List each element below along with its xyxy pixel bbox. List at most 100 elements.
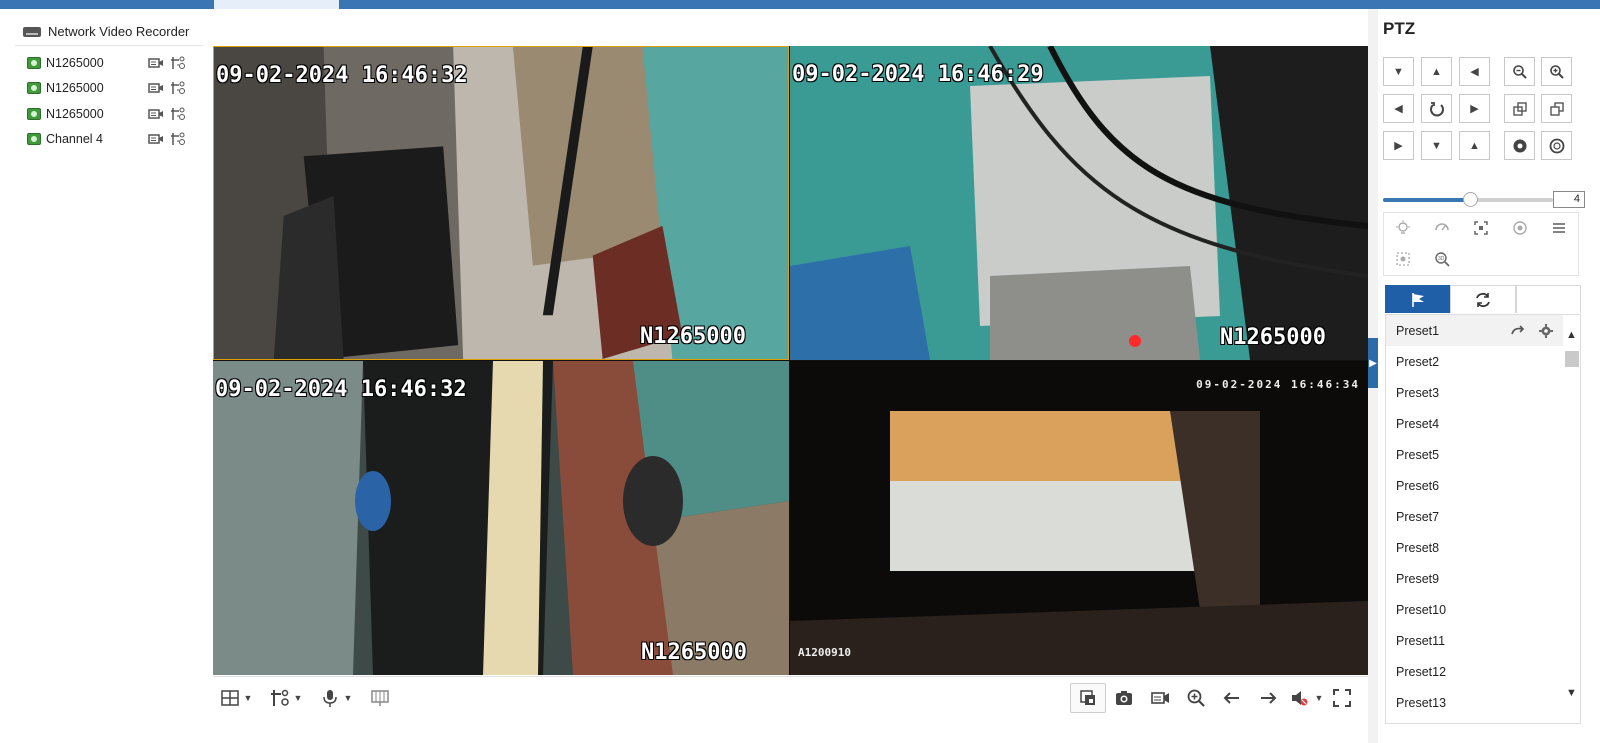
camera-icon[interactable] bbox=[1106, 683, 1142, 713]
preset-label: Preset13 bbox=[1396, 695, 1447, 710]
pan-left-button[interactable]: ◀ bbox=[1383, 94, 1414, 123]
ptz-tabs bbox=[1385, 285, 1581, 313]
device-tree-header[interactable]: Network Video Recorder bbox=[15, 18, 203, 46]
video-tile-2[interactable]: 09-02-2024 16:46:29 N1265000 bbox=[790, 46, 1368, 360]
lens-init-icon[interactable] bbox=[1501, 213, 1539, 243]
preset-item[interactable]: Preset8 bbox=[1386, 532, 1564, 563]
arrow-right-icon[interactable] bbox=[1250, 683, 1286, 713]
camera-icon bbox=[27, 133, 41, 146]
capture-icon[interactable] bbox=[1070, 682, 1106, 713]
scroll-up-icon[interactable]: ▲ bbox=[1566, 329, 1577, 341]
arrow-left-icon: ◀ bbox=[1394, 103, 1403, 115]
preset-item[interactable]: Preset3 bbox=[1386, 377, 1564, 408]
channel-label: N1265000 bbox=[46, 106, 104, 121]
microphone-icon[interactable] bbox=[319, 683, 341, 713]
pan-up-button[interactable]: ▲ bbox=[1421, 57, 1452, 86]
pan-up-right-button[interactable]: ◀ bbox=[1459, 57, 1490, 86]
pan-down-button[interactable]: ▼ bbox=[1421, 131, 1452, 160]
preset-item[interactable]: Preset5 bbox=[1386, 439, 1564, 470]
preset-item[interactable]: Preset10 bbox=[1386, 594, 1564, 625]
video-channel-label: N1265000 bbox=[641, 640, 747, 665]
preset-actions bbox=[1510, 323, 1554, 338]
layout-dropdown-caret[interactable]: ▼ bbox=[241, 693, 255, 703]
iris-open-button[interactable] bbox=[1541, 131, 1572, 160]
record-icon[interactable] bbox=[148, 107, 164, 121]
layout-grid-icon[interactable] bbox=[219, 683, 241, 713]
wiper-icon[interactable] bbox=[1423, 213, 1461, 243]
3d-zoom-icon[interactable]: 3D bbox=[1423, 244, 1461, 274]
preset-item[interactable]: Preset12 bbox=[1386, 656, 1564, 687]
collapse-panel-button[interactable]: ▶ bbox=[1368, 338, 1378, 388]
zoom-in-button[interactable] bbox=[1541, 57, 1572, 86]
stream-settings-icon[interactable] bbox=[170, 81, 186, 95]
scrollbar-thumb[interactable] bbox=[1565, 351, 1579, 367]
auto-focus-icon[interactable] bbox=[1462, 213, 1500, 243]
slider-handle[interactable] bbox=[1463, 192, 1479, 207]
focus-far-button[interactable] bbox=[1541, 94, 1572, 123]
stream-settings-icon[interactable] bbox=[170, 132, 186, 146]
menu-icon[interactable] bbox=[1540, 213, 1578, 243]
preset-item[interactable]: Preset2 bbox=[1386, 346, 1564, 377]
focus-near-button[interactable] bbox=[1504, 94, 1535, 123]
gear-icon[interactable] bbox=[1538, 323, 1554, 338]
ptz-title: PTZ bbox=[1383, 19, 1416, 38]
record-icon[interactable] bbox=[148, 81, 164, 95]
channel-label: N1265000 bbox=[46, 81, 104, 96]
pan-right-button[interactable]: ▶ bbox=[1459, 94, 1490, 123]
pan-down-right-button[interactable]: ▲ bbox=[1459, 131, 1490, 160]
channel-item-4[interactable]: Channel 4 bbox=[15, 127, 203, 153]
tab-presets[interactable] bbox=[1385, 285, 1451, 313]
tab-patterns[interactable] bbox=[1515, 285, 1581, 313]
stream-settings-icon[interactable] bbox=[170, 107, 186, 121]
arrow-left-icon[interactable] bbox=[1214, 683, 1250, 713]
ptz-speed-slider[interactable] bbox=[1383, 189, 1553, 209]
preset-item[interactable]: Preset4 bbox=[1386, 408, 1564, 439]
preset-label: Preset8 bbox=[1396, 540, 1440, 555]
stream-dropdown-caret[interactable]: ▼ bbox=[291, 693, 305, 703]
video-channel-label: A1200910 bbox=[798, 646, 851, 659]
ptz-function-grid: 3D bbox=[1383, 212, 1579, 276]
nav-tab-live-view[interactable] bbox=[214, 0, 339, 9]
preset-item[interactable]: Preset1 bbox=[1386, 315, 1564, 346]
ptz-speed-input[interactable]: 4 bbox=[1553, 191, 1585, 208]
preset-list-scrollbar[interactable]: ▲ ▼ bbox=[1563, 315, 1580, 723]
call-preset-icon[interactable] bbox=[1510, 324, 1526, 338]
audio-mute-icon[interactable] bbox=[1286, 683, 1312, 713]
tab-patrols[interactable] bbox=[1450, 285, 1516, 313]
preset-item[interactable]: Preset6 bbox=[1386, 470, 1564, 501]
pan-up-left-button[interactable]: ▼ bbox=[1383, 57, 1414, 86]
pan-down-left-button[interactable]: ▶ bbox=[1383, 131, 1414, 160]
video-tile-4[interactable]: 09-02-2024 16:46:34 A1200910 bbox=[790, 361, 1368, 675]
channel-item-2[interactable]: N1265000 bbox=[15, 76, 203, 102]
camera-icon bbox=[27, 82, 41, 95]
preset-item[interactable]: Preset7 bbox=[1386, 501, 1564, 532]
record-icon[interactable] bbox=[148, 132, 164, 146]
video-tile-3[interactable]: 09-02-2024 16:46:32 N1265000 bbox=[213, 361, 789, 675]
record-icon[interactable] bbox=[148, 56, 164, 70]
mic-dropdown-caret[interactable]: ▼ bbox=[341, 693, 355, 703]
device-tree: Network Video Recorder N1265000 N1265000… bbox=[15, 18, 203, 718]
channel-item-3[interactable]: N1265000 bbox=[15, 101, 203, 127]
manual-track-icon[interactable] bbox=[1384, 244, 1422, 274]
preview-all-icon[interactable] bbox=[369, 683, 391, 713]
record-icon[interactable] bbox=[1142, 683, 1178, 713]
scroll-down-icon[interactable]: ▼ bbox=[1566, 687, 1577, 699]
zoom-out-button[interactable] bbox=[1504, 57, 1535, 86]
preset-item[interactable]: Preset11 bbox=[1386, 625, 1564, 656]
stream-settings-icon[interactable] bbox=[170, 56, 186, 70]
arrow-right-icon: ▶ bbox=[1470, 103, 1479, 115]
arrow-up-right-icon: ◀ bbox=[1470, 66, 1479, 78]
stream-settings-icon[interactable] bbox=[269, 683, 291, 713]
light-icon[interactable] bbox=[1384, 213, 1422, 243]
zoom-icon[interactable] bbox=[1178, 683, 1214, 713]
video-timestamp: 09-02-2024 16:46:34 bbox=[1196, 378, 1360, 391]
iris-close-button[interactable] bbox=[1504, 131, 1535, 160]
audio-dropdown-caret[interactable]: ▼ bbox=[1312, 693, 1326, 703]
camera-feed-image bbox=[213, 361, 789, 675]
auto-pan-button[interactable] bbox=[1421, 94, 1452, 123]
preset-item[interactable]: Preset13 bbox=[1386, 687, 1564, 718]
fullscreen-icon[interactable] bbox=[1326, 683, 1358, 713]
video-tile-1[interactable]: 09-02-2024 16:46:32 N1265000 bbox=[213, 46, 789, 360]
preset-item[interactable]: Preset9 bbox=[1386, 563, 1564, 594]
channel-item-1[interactable]: N1265000 bbox=[15, 50, 203, 76]
